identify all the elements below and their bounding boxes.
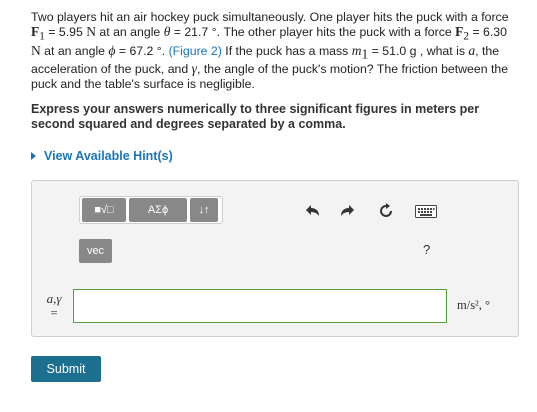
view-hints-link[interactable]: View Available Hint(s)	[31, 149, 173, 163]
templates-button[interactable]: ■√□	[82, 198, 126, 222]
keyboard-icon	[415, 204, 437, 218]
undo-button[interactable]	[303, 201, 323, 221]
reset-button[interactable]	[376, 201, 396, 221]
answer-input[interactable]	[73, 289, 447, 323]
hint-label: View Available Hint(s)	[44, 149, 173, 163]
help-button[interactable]: ?	[423, 242, 430, 257]
answer-units: m/s², °	[457, 298, 491, 312]
vector-button[interactable]: vec	[79, 239, 112, 263]
answer-panel: ■√□ ΑΣϕ ↓↑ vec ? a,γ = m/s², °	[31, 180, 519, 337]
keyboard-button[interactable]	[414, 201, 438, 221]
expand-triangle-icon	[31, 152, 36, 160]
answer-variable-label: a,γ =	[46, 291, 62, 320]
instructions: Express your answers numerically to thre…	[31, 102, 480, 131]
redo-icon	[341, 205, 354, 216]
f2-symbol: F2	[455, 23, 470, 43]
problem-text: Two players hit an air hockey puck simul…	[31, 10, 509, 91]
subscript-superscript-button[interactable]: ↓↑	[190, 198, 218, 222]
reset-icon	[380, 203, 392, 217]
f1-symbol: F1	[31, 23, 45, 43]
figure-link[interactable]: (Figure 2)	[169, 44, 222, 58]
greek-symbols-button[interactable]: ΑΣϕ	[129, 198, 187, 222]
undo-icon	[306, 205, 319, 216]
redo-button[interactable]	[337, 201, 357, 221]
submit-button[interactable]: Submit	[31, 356, 101, 382]
